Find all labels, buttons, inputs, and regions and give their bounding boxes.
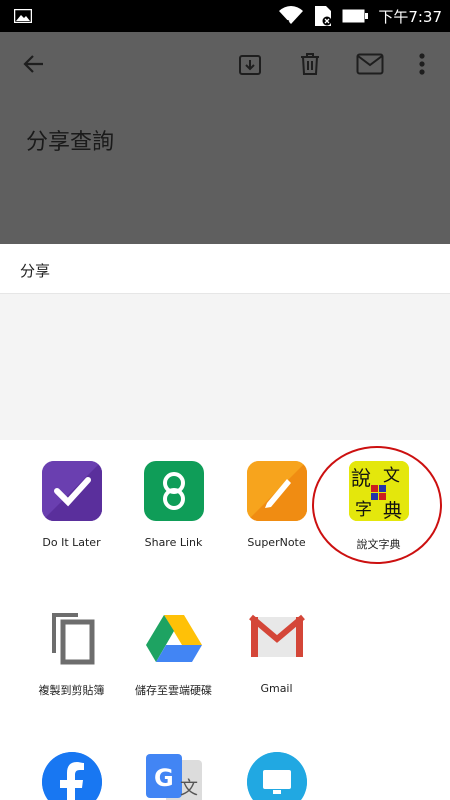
supernote-icon <box>246 461 307 521</box>
app-share-link[interactable]: Share Link <box>122 461 225 549</box>
app-label: Do It Later <box>42 536 101 549</box>
back-arrow-icon[interactable] <box>22 52 46 76</box>
facebook-icon <box>41 752 102 800</box>
mail-icon[interactable] <box>356 53 384 75</box>
sim-icon <box>315 6 332 26</box>
archive-icon[interactable] <box>238 53 262 77</box>
svg-text:G: G <box>154 764 174 792</box>
status-time: 下午7:37 <box>378 7 442 26</box>
email-subject: 分享查詢 <box>26 130 115 155</box>
battery-icon <box>342 9 369 23</box>
status-icons: ? 下午7:37 <box>278 4 442 28</box>
app-facebook[interactable] <box>20 752 123 800</box>
app-remote-desktop[interactable] <box>225 752 328 800</box>
app-label: Gmail <box>260 682 293 695</box>
share-link-icon <box>143 461 204 521</box>
status-bar: ? 下午7:37 <box>0 0 450 32</box>
wifi-icon: ? <box>279 6 304 26</box>
app-do-it-later[interactable]: Do It Later <box>20 461 123 549</box>
remote-desktop-icon <box>246 752 307 800</box>
google-translate-icon: G 文 <box>144 752 204 800</box>
app-google-translate[interactable]: G 文 <box>122 752 225 800</box>
copy-icon <box>42 607 102 667</box>
app-label: 複製到剪貼簿 <box>38 684 105 697</box>
app-copy-to-clipboard[interactable]: 複製到剪貼簿 <box>20 607 123 698</box>
svg-text:文: 文 <box>180 778 198 799</box>
do-it-later-icon <box>41 461 102 521</box>
highlight-circle-annotation <box>312 446 442 564</box>
svg-text:?: ? <box>286 19 290 26</box>
image-icon <box>14 9 32 23</box>
email-view-dimmed: 分享查詢 <box>0 32 450 244</box>
share-title: 分享 <box>20 262 51 280</box>
app-gmail[interactable]: Gmail <box>225 607 328 695</box>
app-label: 儲存至雲端硬碟 <box>135 684 212 697</box>
more-vert-icon[interactable] <box>416 52 428 76</box>
share-preview-area <box>0 294 450 440</box>
app-label: SuperNote <box>247 536 306 549</box>
app-label: Share Link <box>144 536 203 549</box>
gmail-icon <box>247 607 307 667</box>
app-save-to-drive[interactable]: 儲存至雲端硬碟 <box>122 607 225 698</box>
share-header: 分享 <box>0 244 450 294</box>
google-drive-icon <box>144 607 204 667</box>
delete-icon[interactable] <box>298 52 322 76</box>
